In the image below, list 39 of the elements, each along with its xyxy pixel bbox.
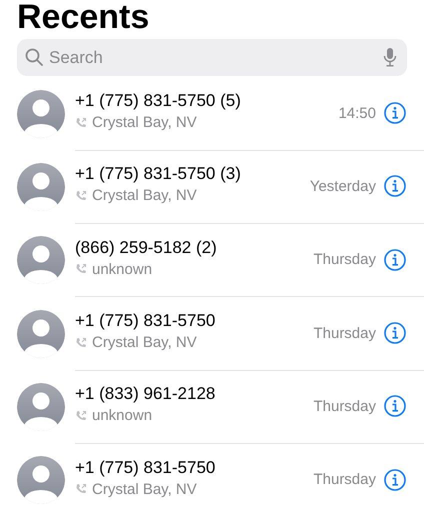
caller-location: Crystal Bay, NV xyxy=(92,334,197,352)
caller-number: +1 (833) 961-2128 xyxy=(75,384,216,404)
avatar-icon xyxy=(17,310,65,358)
info-icon[interactable] xyxy=(384,175,406,198)
search-field[interactable]: Search xyxy=(17,39,407,76)
caller-number: +1 (775) 831-5750 (5) xyxy=(75,91,242,112)
caller-location: unknown xyxy=(92,407,152,424)
caller-number: +1 (775) 831-5750 xyxy=(75,311,216,332)
caller-number: (866) 259-5182 (2) xyxy=(75,238,218,258)
page-title: Recents xyxy=(17,0,150,34)
outgoing-call-icon xyxy=(75,116,87,129)
avatar-icon xyxy=(17,236,65,284)
call-time: Thursday xyxy=(313,398,376,415)
call-time: Thursday xyxy=(313,471,376,488)
call-time: 14:50 xyxy=(338,104,376,122)
info-icon[interactable] xyxy=(384,322,406,344)
outgoing-call-icon xyxy=(75,483,87,496)
avatar-icon xyxy=(17,162,65,211)
caller-number: +1 (775) 831-5750 xyxy=(75,458,216,478)
call-time: Thursday xyxy=(313,324,376,342)
outgoing-call-icon xyxy=(75,190,87,202)
outgoing-call-icon xyxy=(75,263,87,276)
info-icon[interactable] xyxy=(384,102,406,124)
info-icon[interactable] xyxy=(384,248,406,271)
outgoing-call-icon xyxy=(75,336,87,349)
caller-location: unknown xyxy=(92,260,152,278)
call-time: Yesterday xyxy=(310,178,376,195)
outgoing-call-icon xyxy=(75,410,87,422)
caller-location: Crystal Bay, NV xyxy=(92,480,197,498)
avatar-icon xyxy=(17,456,65,504)
info-icon[interactable] xyxy=(384,468,406,491)
caller-location: Crystal Bay, NV xyxy=(92,187,197,204)
caller-location: Crystal Bay, NV xyxy=(92,114,197,132)
caller-number: +1 (775) 831-5750 (3) xyxy=(75,164,242,184)
info-icon[interactable] xyxy=(384,395,406,418)
microphone-icon[interactable] xyxy=(383,47,397,67)
avatar-icon xyxy=(17,90,65,138)
call-time: Thursday xyxy=(313,251,376,268)
avatar-icon xyxy=(17,382,65,431)
